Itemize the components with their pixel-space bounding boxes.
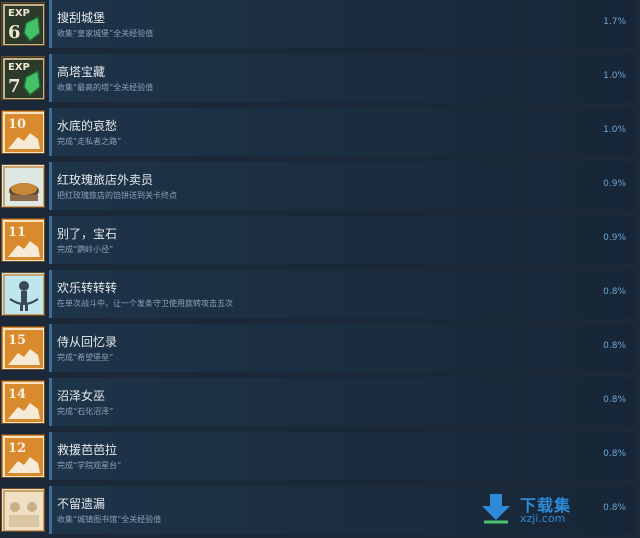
unlock-percentage: 0.8% [603,287,626,297]
unlock-percentage: 0.8% [603,449,626,459]
achievement-title: 不留遗漏 [57,497,106,511]
svg-text:7: 7 [8,76,21,97]
achievement-title: 搜刮城堡 [57,11,106,25]
achievement-description: 完成“鹦岭小径” [57,245,114,254]
library-icon [1,488,45,532]
svg-text:6: 6 [8,22,21,43]
achievement-title: 水底的哀愁 [57,119,118,133]
spin-knight-icon [1,272,45,316]
level-10-icon: 10 [1,110,45,154]
unlock-percentage: 1.0% [603,125,626,135]
achievement-title: 沼泽女巫 [57,389,106,403]
achievement-panel: 欢乐转转转 在单次战斗中，让一个发条守卫使用旋转攻击五次 0.8% [49,270,635,318]
achievement-title: 高塔宝藏 [57,65,106,79]
achievement-description: 收集“城镇图书馆”全关经验值 [57,515,162,524]
svg-text:15: 15 [8,333,26,348]
svg-text:12: 12 [8,441,26,456]
level-15-icon: 15 [1,326,45,370]
achievement-row[interactable]: 12 救援芭芭拉 完成“学院观星台” 0.8% [0,432,640,484]
pie-icon [1,164,45,208]
achievement-description: 完成“石化沼泽” [57,407,114,416]
achievement-row[interactable]: 欢乐转转转 在单次战斗中，让一个发条守卫使用旋转攻击五次 0.8% [0,270,640,322]
achievement-panel: 高塔宝藏 收集“最高的塔”全关经验值 1.0% [49,54,635,102]
level-14-icon: 14 [1,380,45,424]
svg-text:11: 11 [8,225,26,240]
achievement-description: 收集“最高的塔”全关经验值 [57,83,154,92]
unlock-percentage: 0.9% [603,233,626,243]
achievement-description: 完成“希望堡垒” [57,353,114,362]
achievement-panel: 搜刮城堡 收集“皇家城堡”全关经验值 1.7% [49,0,635,48]
unlock-percentage: 0.9% [603,179,626,189]
achievement-row[interactable]: 红玫瑰旅店外卖员 把红玫瑰旅店的馅饼送到关卡终点 0.9% [0,162,640,214]
exp-6-icon: EXP 6 [1,2,45,46]
watermark-url: xzji.com [520,512,566,525]
achievement-panel: 别了，宝石 完成“鹦岭小径” 0.9% [49,216,635,264]
level-11-icon: 11 [1,218,45,262]
achievement-row[interactable]: EXP 7 高塔宝藏 收集“最高的塔”全关经验值 1.0% [0,54,640,106]
svg-text:EXP: EXP [8,62,30,73]
achievement-row[interactable]: 14 沼泽女巫 完成“石化沼泽” 0.8% [0,378,640,430]
achievement-title: 侍从回忆录 [57,335,118,349]
achievement-title: 欢乐转转转 [57,281,118,295]
unlock-percentage: 0.8% [603,341,626,351]
achievement-row[interactable]: 15 侍从回忆录 完成“希望堡垒” 0.8% [0,324,640,376]
exp-7-icon: EXP 7 [1,56,45,100]
achievement-panel: 侍从回忆录 完成“希望堡垒” 0.8% [49,324,635,372]
watermark: 下载集 xzji.com [478,490,588,530]
unlock-percentage: 1.7% [603,17,626,27]
achievement-panel: 救援芭芭拉 完成“学院观星台” 0.8% [49,432,635,480]
level-12-icon: 12 [1,434,45,478]
achievement-row[interactable]: 11 别了，宝石 完成“鹦岭小径” 0.9% [0,216,640,268]
svg-text:10: 10 [8,117,26,132]
achievement-description: 完成“学院观星台” [57,461,122,470]
achievement-description: 收集“皇家城堡”全关经验值 [57,29,154,38]
achievement-panel: 红玫瑰旅店外卖员 把红玫瑰旅店的馅饼送到关卡终点 0.9% [49,162,635,210]
achievement-row[interactable]: 10 水底的哀愁 完成“走私者之路” 1.0% [0,108,640,160]
achievement-row[interactable]: EXP 6 搜刮城堡 收集“皇家城堡”全关经验值 1.7% [0,0,640,52]
download-arrow-icon [482,494,510,524]
achievement-description: 完成“走私者之路” [57,137,122,146]
achievement-panel: 水底的哀愁 完成“走私者之路” 1.0% [49,108,635,156]
achievement-description: 把红玫瑰旅店的馅饼送到关卡终点 [57,191,177,200]
svg-text:EXP: EXP [8,8,30,19]
achievement-title: 别了，宝石 [57,227,118,241]
unlock-percentage: 0.8% [603,395,626,405]
svg-text:14: 14 [8,387,26,402]
unlock-percentage: 1.0% [603,71,626,81]
achievement-description: 在单次战斗中，让一个发条守卫使用旋转攻击五次 [57,299,233,308]
unlock-percentage: 0.8% [603,503,626,513]
achievement-title: 救援芭芭拉 [57,443,118,457]
achievement-panel: 沼泽女巫 完成“石化沼泽” 0.8% [49,378,635,426]
achievement-title: 红玫瑰旅店外卖员 [57,173,154,187]
